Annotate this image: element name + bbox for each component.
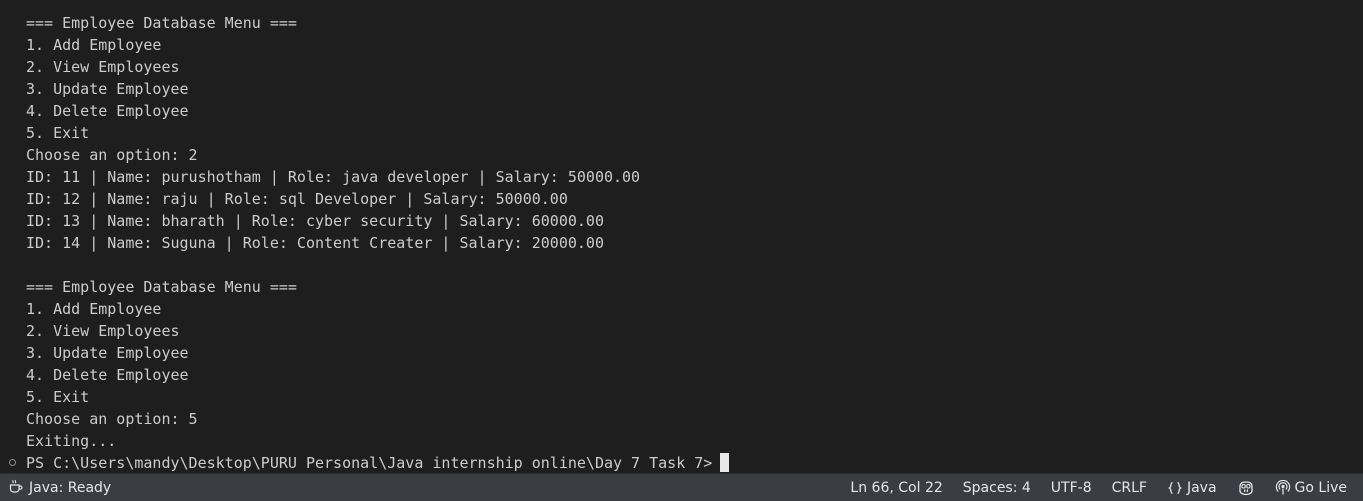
- terminal-line: 4. Delete Employee: [26, 366, 189, 384]
- terminal-line: Exiting...: [26, 432, 117, 450]
- status-bar: Java: Ready Ln 66, Col 22 Spaces: 4 UTF-…: [0, 473, 1363, 501]
- terminal-line: 1. Add Employee: [26, 36, 162, 54]
- terminal-line: ID: 14 | Name: Suguna | Role: Content Cr…: [26, 234, 604, 252]
- command-decoration-icon[interactable]: [9, 459, 16, 466]
- java-status-label: Java: Ready: [29, 479, 112, 496]
- encoding-item[interactable]: UTF-8: [1041, 474, 1102, 501]
- terminal-line: Choose an option: 5: [26, 410, 198, 428]
- terminal-line: 5. Exit: [26, 124, 90, 142]
- language-mode-item[interactable]: Java: [1157, 474, 1227, 501]
- terminal-line: 4. Delete Employee: [26, 102, 189, 120]
- terminal-line: 3. Update Employee: [26, 80, 189, 98]
- cursor-position-item[interactable]: Ln 66, Col 22: [840, 474, 952, 501]
- language-mode-label: Java: [1186, 479, 1217, 496]
- terminal-line: ID: 11 | Name: purushotham | Role: java …: [26, 168, 641, 186]
- broadcast-icon: [1275, 479, 1291, 496]
- line-endings-item[interactable]: CRLF: [1102, 474, 1157, 501]
- terminal-line: 2. View Employees: [26, 58, 180, 76]
- indentation-item[interactable]: Spaces: 4: [953, 474, 1041, 501]
- line-endings-label: CRLF: [1111, 479, 1147, 496]
- terminal-prompt: PS C:\Users\mandy\Desktop\PURU Personal\…: [26, 454, 713, 472]
- status-bar-right: Ln 66, Col 22 Spaces: 4 UTF-8 CRLF Java: [840, 474, 1357, 501]
- terminal-line: 3. Update Employee: [26, 344, 189, 362]
- copilot-item[interactable]: [1227, 474, 1265, 501]
- terminal-line: 1. Add Employee: [26, 300, 162, 318]
- java-status-item[interactable]: Java: Ready: [4, 474, 115, 501]
- copilot-icon: [1237, 480, 1255, 496]
- coffee-cup-icon: [8, 478, 24, 498]
- terminal-panel[interactable]: === Employee Database Menu === 1. Add Em…: [0, 0, 1363, 473]
- terminal-line: === Employee Database Menu ===: [26, 278, 297, 296]
- encoding-label: UTF-8: [1050, 479, 1092, 496]
- terminal-cursor: [720, 453, 730, 472]
- terminal-line: Choose an option: 2: [26, 146, 198, 164]
- terminal-line: 2. View Employees: [26, 322, 180, 340]
- braces-icon: [1167, 480, 1183, 496]
- terminal-line: 5. Exit: [26, 388, 90, 406]
- go-live-label: Go Live: [1294, 479, 1347, 496]
- terminal-prompt-row[interactable]: PS C:\Users\mandy\Desktop\PURU Personal\…: [0, 452, 1363, 473]
- go-live-item[interactable]: Go Live: [1265, 474, 1357, 501]
- cursor-position-label: Ln 66, Col 22: [850, 479, 943, 496]
- terminal-line: === Employee Database Menu ===: [26, 14, 297, 32]
- indentation-label: Spaces: 4: [962, 479, 1031, 496]
- terminal-line: ID: 13 | Name: bharath | Role: cyber sec…: [26, 212, 604, 230]
- vscode-window: === Employee Database Menu === 1. Add Em…: [0, 0, 1363, 501]
- terminal-line: ID: 12 | Name: raju | Role: sql Develope…: [26, 190, 568, 208]
